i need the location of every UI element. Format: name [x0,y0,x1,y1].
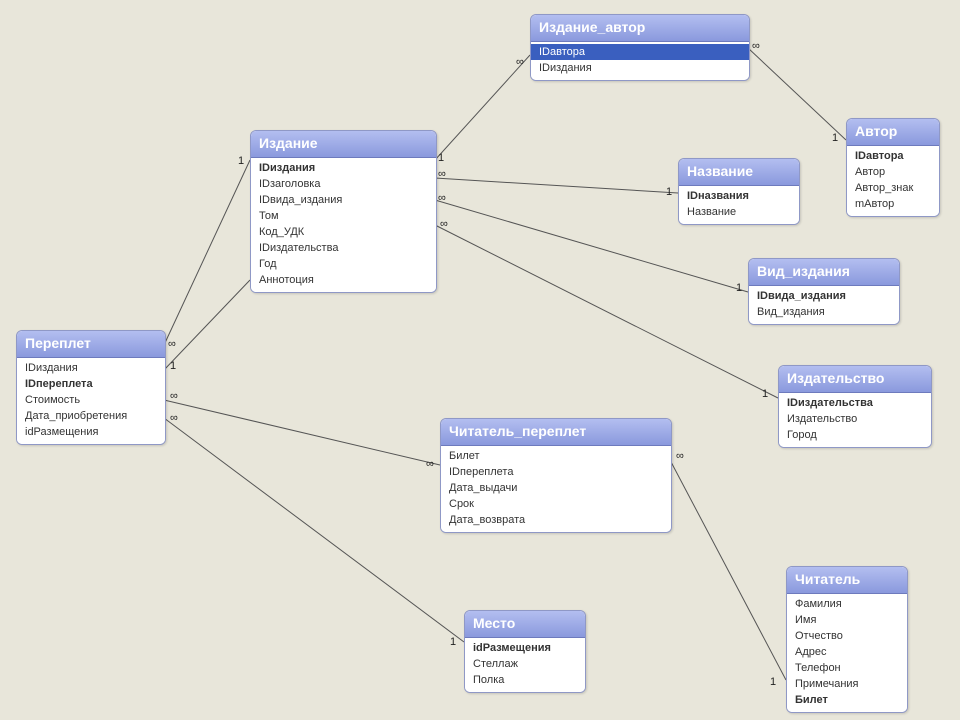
table-field[interactable]: Вид_издания [749,304,899,320]
table-fields: IDвида_изданияВид_издания [749,286,899,324]
table-field[interactable]: Полка [465,672,585,688]
table-field[interactable]: Название [679,204,799,220]
table-izdatelstvo[interactable]: ИздательствоIDиздательстваИздательствоГо… [778,365,932,448]
table-title: Переплет [17,331,165,358]
table-pereplet[interactable]: ПереплетIDизданияIDпереплетаСтоимостьДат… [16,330,166,445]
cardinality-label: ∞ [170,390,178,402]
table-title: Вид_издания [749,259,899,286]
table-title: Название [679,159,799,186]
table-izdanie[interactable]: ИзданиеIDизданияIDзаголовкаIDвида_издани… [250,130,437,293]
table-title: Издание [251,131,436,158]
cardinality-label: ∞ [168,338,176,350]
table-field[interactable]: Аннотоция [251,272,436,288]
table-mesto[interactable]: МестоidРазмещенияСтеллажПолка [464,610,586,693]
table-field[interactable]: Год [251,256,436,272]
table-field[interactable]: idРазмещения [17,424,165,440]
table-field[interactable]: Автор_знак [847,180,939,196]
table-field[interactable]: Имя [787,612,907,628]
cardinality-label: 1 [666,186,672,198]
table-field[interactable]: Телефон [787,660,907,676]
table-field[interactable]: IDиздания [251,160,436,176]
cardinality-label: ∞ [752,40,760,52]
table-field[interactable]: mАвтор [847,196,939,212]
table-field[interactable]: Адрес [787,644,907,660]
table-field[interactable]: IDвида_издания [749,288,899,304]
table-nazvanie[interactable]: НазваниеIDназванияНазвание [678,158,800,225]
table-title: Издание_автор [531,15,749,42]
table-field[interactable]: idРазмещения [465,640,585,656]
table-field[interactable]: IDавтора [847,148,939,164]
table-title: Место [465,611,585,638]
table-field[interactable]: IDиздательства [779,395,931,411]
table-field[interactable]: Фамилия [787,596,907,612]
cardinality-label: ∞ [516,56,524,68]
cardinality-label: 1 [762,388,768,400]
cardinality-label: 1 [832,132,838,144]
table-fields: IDизданияIDзаголовкаIDвида_изданияТомКод… [251,158,436,292]
table-field[interactable]: Срок [441,496,671,512]
table-field[interactable]: IDназвания [679,188,799,204]
table-fields: IDизданияIDпереплетаСтоимостьДата_приобр… [17,358,165,444]
table-field[interactable]: Автор [847,164,939,180]
table-field[interactable]: IDиздательства [251,240,436,256]
table-field[interactable]: Дата_выдачи [441,480,671,496]
cardinality-label: 1 [450,636,456,648]
table-field[interactable]: Билет [441,448,671,464]
cardinality-label: 1 [238,155,244,167]
cardinality-label: ∞ [676,450,684,462]
table-field[interactable]: Стоимость [17,392,165,408]
table-title: Читатель [787,567,907,594]
cardinality-label: 1 [170,360,176,372]
table-fields: IDназванияНазвание [679,186,799,224]
table-fields: IDиздательстваИздательствоГород [779,393,931,447]
table-chit_pereplet[interactable]: Читатель_переплетБилетIDпереплетаДата_вы… [440,418,672,533]
table-title: Автор [847,119,939,146]
cardinality-label: ∞ [440,218,448,230]
table-fields: idРазмещенияСтеллажПолка [465,638,585,692]
cardinality-label: 1 [438,152,444,164]
table-field[interactable]: Дата_приобретения [17,408,165,424]
table-field[interactable]: Стеллаж [465,656,585,672]
table-title: Издательство [779,366,931,393]
table-vid_izdania[interactable]: Вид_изданияIDвида_изданияВид_издания [748,258,900,325]
table-avtor[interactable]: АвторIDавтораАвторАвтор_знакmАвтор [846,118,940,217]
table-fields: IDавтораIDиздания [531,42,749,80]
table-field[interactable]: Город [779,427,931,443]
table-izdanie_avtor[interactable]: Издание_авторIDавтораIDиздания [530,14,750,81]
table-field[interactable]: Примечания [787,676,907,692]
table-fields: IDавтораАвторАвтор_знакmАвтор [847,146,939,216]
table-field[interactable]: IDпереплета [17,376,165,392]
table-field[interactable]: IDзаголовка [251,176,436,192]
table-field[interactable]: Билет [787,692,907,708]
table-field[interactable]: IDиздания [531,60,749,76]
table-field[interactable]: Издательство [779,411,931,427]
table-fields: БилетIDпереплетаДата_выдачиСрокДата_возв… [441,446,671,532]
table-field[interactable]: IDиздания [17,360,165,376]
table-fields: ФамилияИмяОтчествоАдресТелефонПримечания… [787,594,907,712]
er-diagram-canvas: ПереплетIDизданияIDпереплетаСтоимостьДат… [0,0,960,720]
table-field[interactable]: Дата_возврата [441,512,671,528]
cardinality-label: ∞ [426,458,434,470]
cardinality-label: ∞ [170,412,178,424]
table-field[interactable]: Отчество [787,628,907,644]
table-field[interactable]: IDавтора [531,44,749,60]
table-field[interactable]: IDвида_издания [251,192,436,208]
table-title: Читатель_переплет [441,419,671,446]
cardinality-label: 1 [770,676,776,688]
cardinality-label: 1 [736,282,742,294]
table-field[interactable]: Код_УДК [251,224,436,240]
table-chitatel[interactable]: ЧитательФамилияИмяОтчествоАдресТелефонПр… [786,566,908,713]
cardinality-label: ∞ [438,168,446,180]
table-field[interactable]: Том [251,208,436,224]
cardinality-label: ∞ [438,192,446,204]
table-field[interactable]: IDпереплета [441,464,671,480]
